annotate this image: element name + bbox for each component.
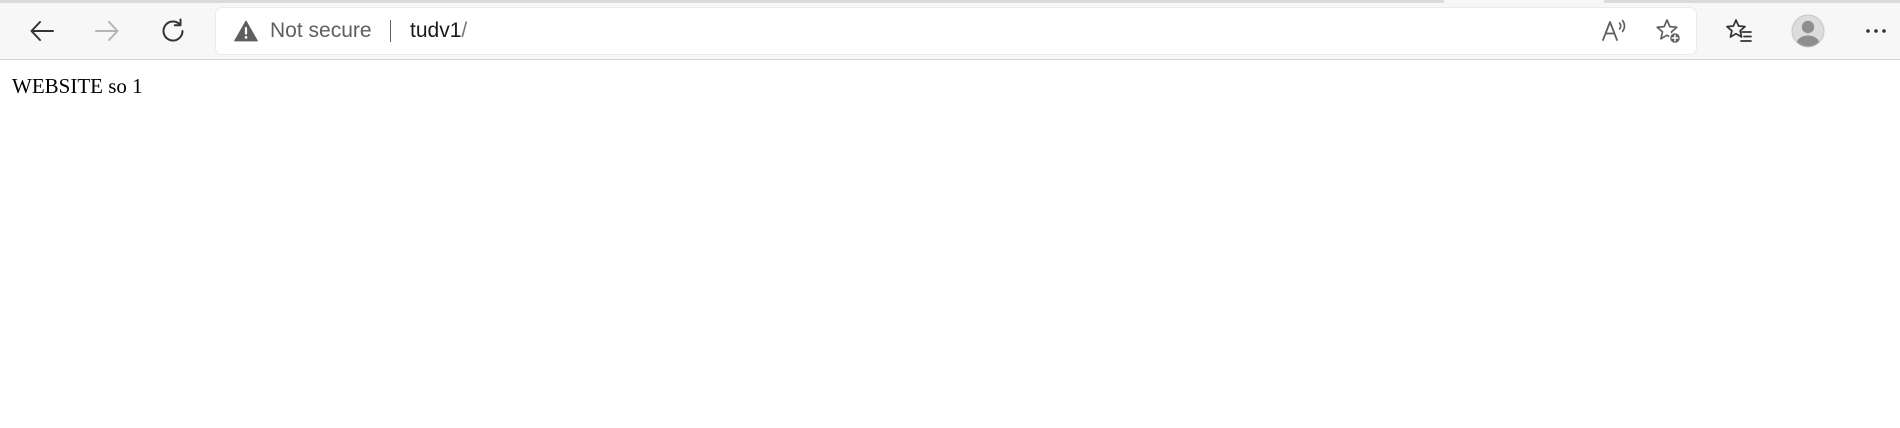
url-field[interactable]: tudv1/ — [410, 8, 467, 54]
arrow-right-icon — [95, 21, 119, 41]
security-status-label: Not secure — [270, 19, 372, 42]
star-add-icon — [1656, 19, 1682, 45]
url-host: tudv1 — [410, 19, 462, 42]
arrow-left-icon — [30, 21, 54, 41]
inactive-tab-edge — [0, 0, 1444, 3]
url-path: / — [461, 19, 468, 42]
read-aloud-icon — [1602, 19, 1626, 41]
refresh-icon — [162, 18, 184, 42]
inactive-tab-edge-right — [1604, 0, 1900, 3]
add-favorite-button[interactable] — [1647, 10, 1689, 52]
favorites-button[interactable] — [1718, 10, 1760, 52]
address-bar[interactable]: Not secure tudv1/ — [216, 8, 1696, 54]
forward-button[interactable] — [86, 10, 128, 52]
read-aloud-button[interactable] — [1593, 10, 1635, 52]
browser-window: Not secure tudv1/ WEBSITE so 1 — [0, 0, 1900, 428]
settings-and-more-button[interactable] — [1855, 10, 1897, 52]
browser-toolbar: Not secure tudv1/ — [0, 0, 1900, 60]
url-divider — [390, 20, 391, 42]
more-horizontal-icon — [1866, 29, 1886, 33]
profile-avatar-icon — [1791, 14, 1825, 48]
page-content: WEBSITE so 1 — [0, 61, 1900, 428]
back-button[interactable] — [21, 10, 63, 52]
tab-strip-edge — [0, 0, 1900, 3]
refresh-button[interactable] — [152, 10, 194, 52]
favorites-list-icon — [1726, 19, 1752, 42]
page-body-text: WEBSITE so 1 — [12, 74, 143, 98]
profile-button[interactable] — [1787, 10, 1829, 52]
warning-triangle-icon — [234, 20, 258, 42]
site-info-button[interactable]: Not secure — [234, 8, 372, 54]
